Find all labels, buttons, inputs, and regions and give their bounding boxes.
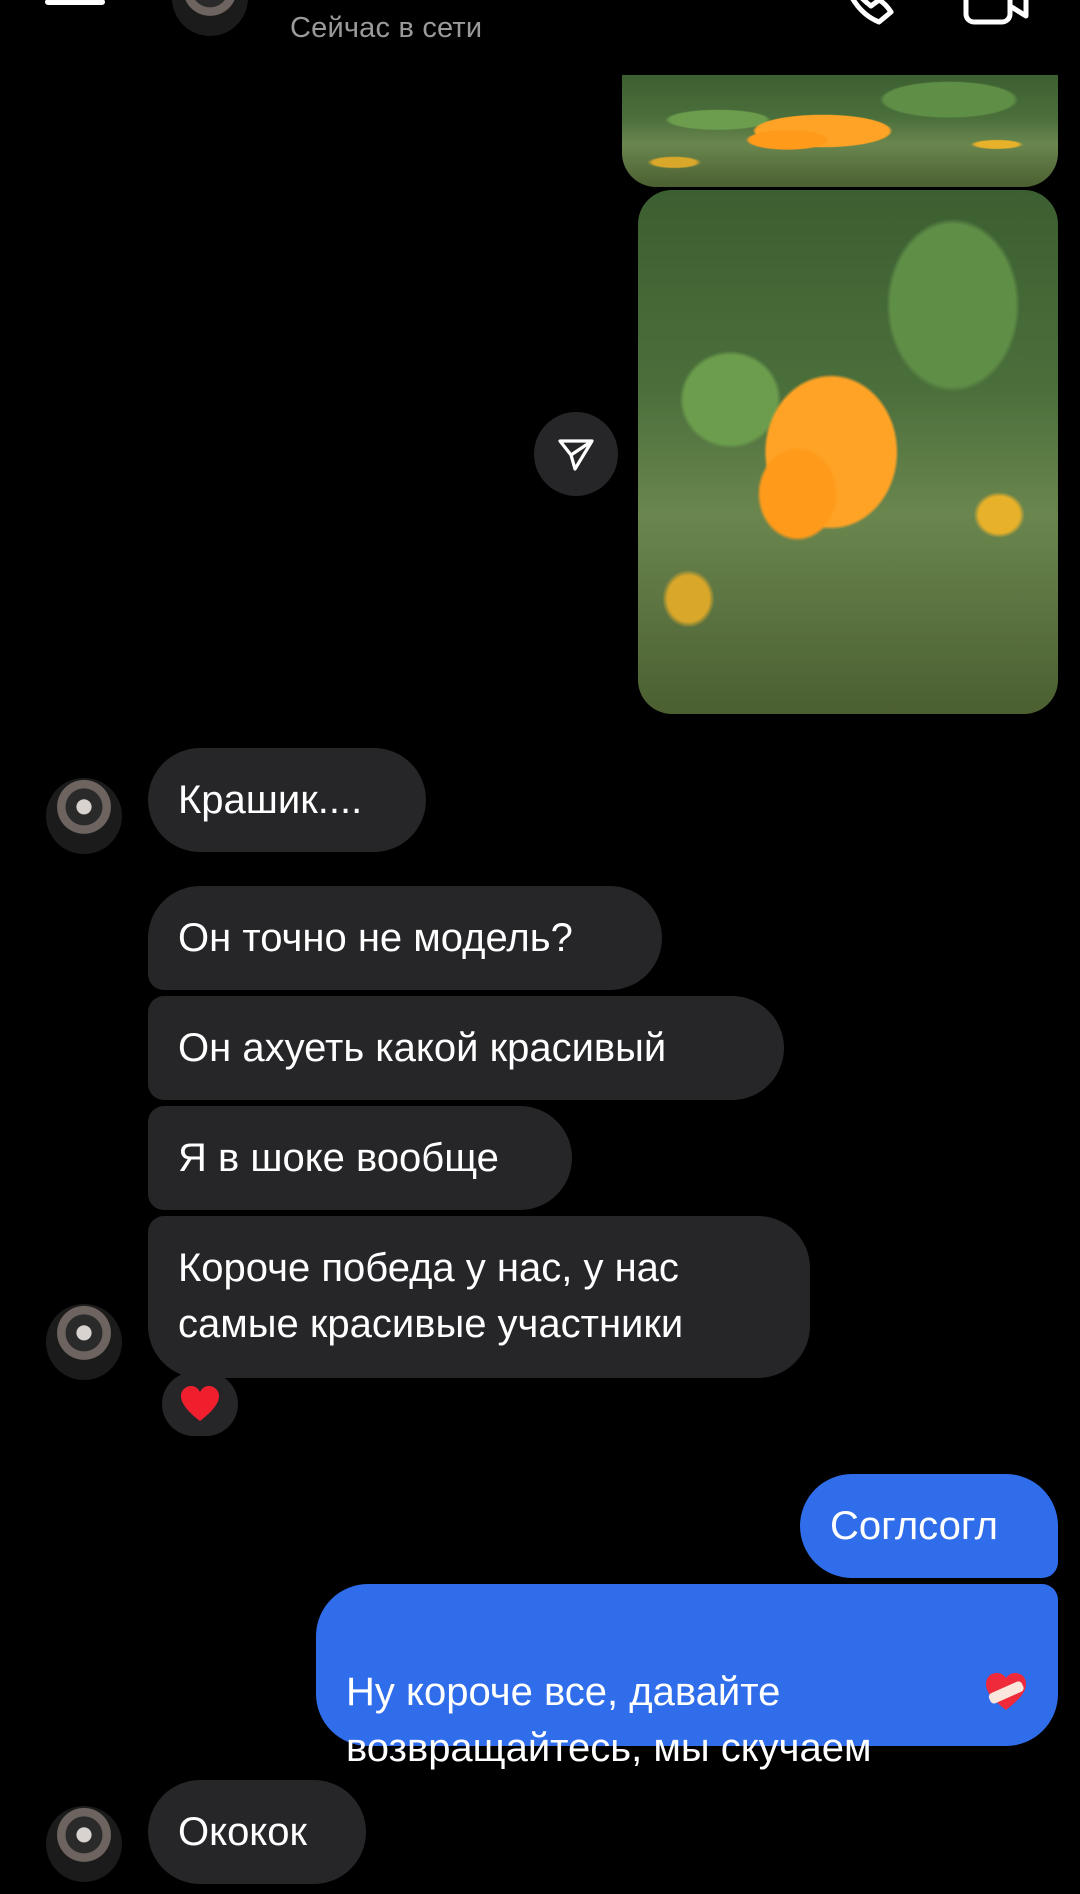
online-status: Сейчас в сети xyxy=(290,12,483,44)
header-avatar[interactable] xyxy=(172,0,248,36)
sender-avatar[interactable] xyxy=(46,1806,122,1882)
message-bubble-incoming[interactable]: Он ахуеть какой красивый xyxy=(148,996,784,1100)
message-bubble-incoming[interactable]: Короче победа у нас, у нас самые красивы… xyxy=(148,1216,810,1378)
send-icon xyxy=(558,439,594,471)
message-bubble-incoming[interactable]: Он точно не модель? xyxy=(148,886,662,990)
message-bubble-outgoing[interactable]: Ну короче все, давайте возвращайтесь, мы… xyxy=(316,1584,1058,1770)
shared-photo-top[interactable] xyxy=(622,75,1058,187)
heart-icon xyxy=(181,1386,219,1421)
heart-reaction[interactable] xyxy=(162,1372,238,1436)
sender-avatar[interactable] xyxy=(46,778,122,854)
message-text: Ну короче все, давайте возвращайтесь, мы… xyxy=(346,1670,872,1770)
back-arrow-icon[interactable] xyxy=(38,0,108,32)
message-bubble-incoming[interactable]: Я в шоке вообще xyxy=(148,1106,572,1210)
message-bubble-incoming[interactable]: Крашик.... xyxy=(148,748,426,852)
share-button[interactable] xyxy=(534,412,618,496)
shared-photo-main[interactable] xyxy=(638,190,1058,714)
heart-with-bandage-icon xyxy=(986,1673,1026,1710)
message-bubble-incoming[interactable]: Ококок xyxy=(148,1780,366,1884)
sender-avatar[interactable] xyxy=(46,1304,122,1380)
message-bubble-outgoing[interactable]: Соглсогл xyxy=(800,1474,1058,1578)
phone-icon[interactable] xyxy=(835,0,905,32)
video-camera-icon[interactable] xyxy=(958,0,1030,28)
